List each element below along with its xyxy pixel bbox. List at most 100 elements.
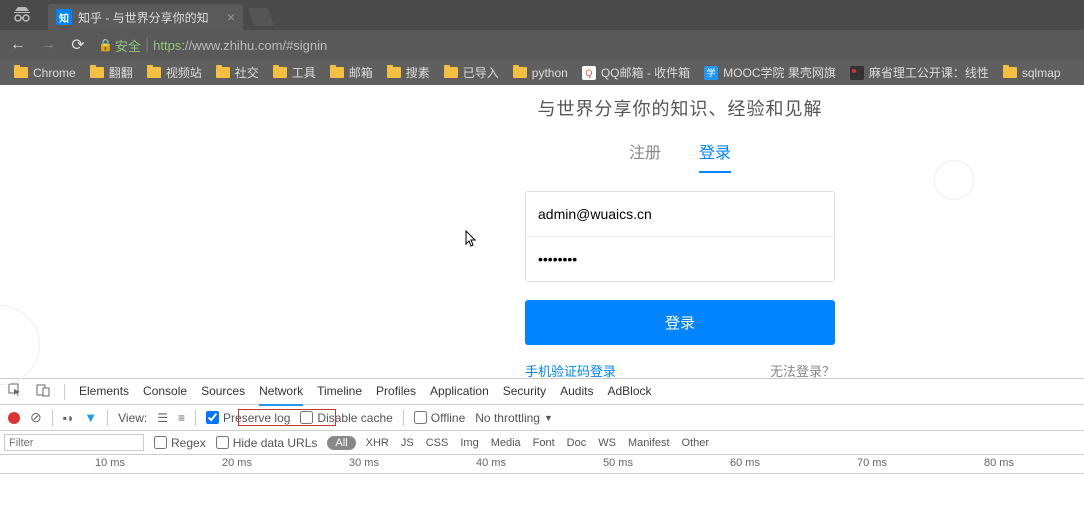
- inspect-icon[interactable]: [8, 383, 22, 400]
- bookmark-label: QQ邮箱 - 收件箱: [601, 64, 690, 81]
- filter-bar: Regex Hide data URLs All XHR JS CSS Img Medi…: [0, 431, 1084, 455]
- bookmark-item[interactable]: Q QQ邮箱 - 收件箱: [576, 62, 696, 83]
- filter-all[interactable]: All: [327, 436, 355, 450]
- devtools-tab-console[interactable]: Console: [143, 378, 187, 406]
- timeline-tick: 20 ms: [222, 457, 252, 469]
- record-button[interactable]: [8, 412, 20, 424]
- bookmark-item[interactable]: 已导入: [438, 62, 505, 83]
- bookmark-item[interactable]: python: [507, 64, 574, 82]
- devtools-tab-adblock[interactable]: AdBlock: [607, 378, 651, 406]
- email-field[interactable]: [526, 192, 834, 237]
- timeline-ruler[interactable]: 10 ms20 ms30 ms40 ms50 ms60 ms70 ms80 ms: [0, 455, 1084, 474]
- bookmark-label: sqlmap: [1022, 66, 1061, 80]
- filter-type-xhr[interactable]: XHR: [366, 437, 389, 449]
- folder-icon: [444, 67, 458, 78]
- bookmark-item[interactable]: Chrome: [8, 64, 82, 82]
- bookmark-label: 邮箱: [349, 64, 373, 81]
- folder-icon: [147, 67, 161, 78]
- devtools-tab-audits[interactable]: Audits: [560, 378, 593, 406]
- filter-icon[interactable]: ▼: [84, 410, 97, 425]
- auth-tabs: 注册 登录: [525, 139, 835, 173]
- devtools-tab-network[interactable]: Network: [259, 378, 303, 406]
- lock-icon: 🔒: [98, 38, 113, 52]
- timeline-tick: 70 ms: [857, 457, 887, 469]
- url-protocol: https: [153, 38, 181, 53]
- bookmark-item[interactable]: 麻省理工公开课：线性: [844, 62, 995, 83]
- sms-login-link[interactable]: 手机验证码登录: [525, 361, 616, 380]
- throttling-select[interactable]: No throttling ▼: [475, 411, 553, 425]
- device-toggle-icon[interactable]: [36, 383, 50, 400]
- bookmark-item[interactable]: 工具: [267, 62, 322, 83]
- filter-type-doc[interactable]: Doc: [567, 437, 587, 449]
- filter-type-img[interactable]: Img: [460, 437, 478, 449]
- tab-register[interactable]: 注册: [629, 139, 661, 173]
- login-form: [525, 191, 835, 282]
- tab-close-icon[interactable]: ×: [227, 9, 235, 25]
- forgot-link[interactable]: 无法登录？: [770, 361, 835, 380]
- bookmark-label: 社交: [235, 64, 259, 81]
- bookmark-item[interactable]: 社交: [210, 62, 265, 83]
- filter-type-other[interactable]: Other: [682, 437, 710, 449]
- folder-icon: [14, 67, 28, 78]
- filter-type-ws[interactable]: WS: [598, 437, 616, 449]
- back-button[interactable]: ←: [8, 36, 28, 54]
- bookmark-label: MOOC学院 果壳网旗: [723, 64, 836, 81]
- view-small-icon[interactable]: ≡: [178, 411, 185, 425]
- filter-type-media[interactable]: Media: [491, 437, 521, 449]
- timeline-tick: 40 ms: [476, 457, 506, 469]
- folder-icon: [330, 67, 344, 78]
- bookmark-item[interactable]: sqlmap: [997, 64, 1067, 82]
- filter-type-manifest[interactable]: Manifest: [628, 437, 670, 449]
- capture-icon[interactable]: ▪◗: [63, 411, 75, 425]
- hide-data-urls-check[interactable]: Hide data URLs: [216, 436, 318, 450]
- timeline-body[interactable]: [0, 474, 1084, 522]
- devtools-tab-elements[interactable]: Elements: [79, 378, 129, 406]
- offline-check[interactable]: Offline: [414, 411, 465, 425]
- filter-type-css[interactable]: CSS: [426, 437, 449, 449]
- devtools-tab-application[interactable]: Application: [430, 378, 489, 406]
- tab-bar: 知 知乎 - 与世界分享你的知 ×: [0, 0, 1084, 30]
- timeline-tick: 30 ms: [349, 457, 379, 469]
- forward-button[interactable]: →: [38, 36, 58, 54]
- bookmark-label: 视频站: [166, 64, 202, 81]
- url-display[interactable]: 🔒 安全 | https://www.zhihu.com/#signin: [98, 36, 327, 55]
- filter-type-font[interactable]: Font: [533, 437, 555, 449]
- bookmark-label: 工具: [292, 64, 316, 81]
- timeline-tick: 10 ms: [95, 457, 125, 469]
- devtools-tab-sources[interactable]: Sources: [201, 378, 245, 406]
- tab-login[interactable]: 登录: [699, 139, 731, 173]
- devtools-tab-profiles[interactable]: Profiles: [376, 378, 416, 406]
- bookmark-item[interactable]: 学MOOC学院 果壳网旗: [698, 62, 842, 83]
- bookmark-item[interactable]: 搜素: [381, 62, 436, 83]
- login-panel: 与世界分享你的知识、经验和见解 注册 登录 登录 手机验证码登录 无法登录？: [525, 85, 835, 380]
- page-content: 与世界分享你的知识、经验和见解 注册 登录 登录 手机验证码登录 无法登录？: [0, 85, 1084, 378]
- folder-icon: [90, 67, 104, 78]
- network-toolbar: ⊘ ▪◗ ▼ View: ☰ ≡ Preserve log Disable ca…: [0, 405, 1084, 431]
- bookmark-item[interactable]: 邮箱: [324, 62, 379, 83]
- mit-icon: [850, 66, 864, 80]
- view-large-icon[interactable]: ☰: [157, 411, 168, 425]
- browser-tab[interactable]: 知 知乎 - 与世界分享你的知 ×: [48, 4, 243, 30]
- folder-icon: [513, 67, 527, 78]
- filter-input[interactable]: [4, 434, 144, 451]
- clear-button[interactable]: ⊘: [30, 409, 42, 426]
- devtools-tab-timeline[interactable]: Timeline: [317, 378, 362, 406]
- bookmark-item[interactable]: 翻翻: [84, 62, 139, 83]
- bookmark-item[interactable]: 视频站: [141, 62, 208, 83]
- folder-icon: [216, 67, 230, 78]
- devtools-tab-security[interactable]: Security: [503, 378, 546, 406]
- qq-icon: Q: [582, 66, 596, 80]
- reload-button[interactable]: ⟳: [68, 35, 88, 55]
- new-tab-button[interactable]: [248, 8, 275, 26]
- disable-cache-check[interactable]: Disable cache: [300, 411, 392, 425]
- bookmark-label: Chrome: [33, 66, 76, 80]
- login-button[interactable]: 登录: [525, 300, 835, 345]
- regex-check[interactable]: Regex: [154, 436, 206, 450]
- filter-type-js[interactable]: JS: [401, 437, 414, 449]
- browser-chrome: 知 知乎 - 与世界分享你的知 × ← → ⟳ 🔒 安全 | https://w…: [0, 0, 1084, 85]
- bookmark-label: 已导入: [463, 64, 499, 81]
- preserve-log-check[interactable]: Preserve log: [206, 411, 290, 425]
- bg-decoration: [934, 160, 974, 200]
- incognito-icon: [12, 5, 32, 28]
- password-field[interactable]: [526, 237, 834, 281]
